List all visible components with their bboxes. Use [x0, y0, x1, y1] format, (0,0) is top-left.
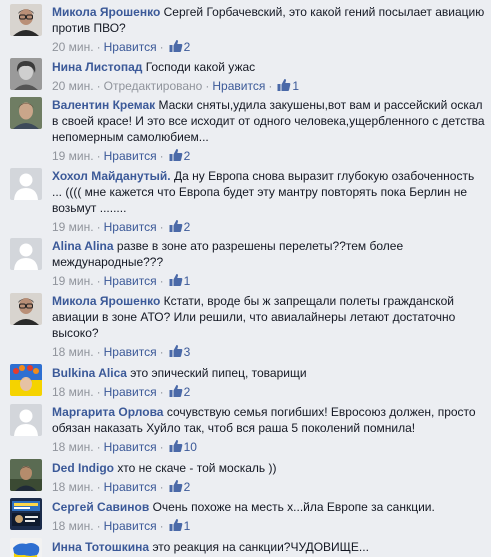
like-button[interactable]: Нравится [104, 440, 157, 454]
like-count[interactable]: 2 [184, 385, 191, 399]
comment-time[interactable]: 18 мин. [52, 519, 94, 533]
thumbs-up-icon[interactable] [169, 273, 183, 287]
thumbs-up-icon[interactable] [169, 39, 183, 53]
edited-label[interactable]: Отредактировано [104, 79, 203, 93]
like-count[interactable]: 3 [184, 345, 191, 359]
like-count[interactable]: 2 [184, 149, 191, 163]
like-button[interactable]: Нравится [104, 220, 157, 234]
comment-author[interactable]: Alina Alina [52, 239, 114, 253]
comment-meta: 20 мин. · Отредактировано · Нравится · 1 [52, 78, 299, 93]
like-count[interactable]: 2 [184, 480, 191, 494]
comment-time[interactable]: 19 мин. [52, 274, 94, 288]
like-count[interactable]: 1 [292, 79, 299, 93]
avatar[interactable] [10, 97, 42, 129]
like-count[interactable]: 10 [184, 440, 197, 454]
comment-meta: 20 мин. · Нравится · 2 [52, 39, 191, 54]
comment-meta: 18 мин. · Нравится · 10 [52, 439, 197, 454]
comment-text: это эпический пипец, товарищи [130, 366, 307, 380]
comment-time[interactable]: 19 мин. [52, 149, 94, 163]
like-count[interactable]: 2 [184, 220, 191, 234]
avatar[interactable] [10, 4, 42, 36]
comment-time[interactable]: 18 мин. [52, 440, 94, 454]
avatar[interactable] [10, 238, 42, 270]
like-count[interactable]: 1 [184, 274, 191, 288]
comment-author[interactable]: Маргарита Орлова [52, 405, 163, 419]
comment-author[interactable]: Инна Тотошкина [52, 540, 149, 554]
comment-text: хто не скаче - той москаль )) [117, 461, 277, 475]
thumbs-up-icon[interactable] [169, 384, 183, 398]
like-button[interactable]: Нравится [104, 480, 157, 494]
comment-meta: 18 мин. · Нравится · 3 [52, 344, 191, 359]
avatar[interactable] [10, 58, 42, 90]
comment-author[interactable]: Ded Indigo [52, 461, 114, 475]
like-button[interactable]: Нравится [212, 79, 265, 93]
like-button[interactable]: Нравится [104, 149, 157, 163]
comment-text: Очень похоже на месть х...йла Европе за … [152, 500, 435, 514]
like-count[interactable]: 1 [184, 519, 191, 533]
like-count[interactable]: 2 [184, 40, 191, 54]
comment-text: это реакция на санкции?ЧУДОВИЩЕ... [152, 540, 369, 554]
comment-feed: Микола Ярошенко Сергей Горбачевский, это… [0, 0, 491, 557]
thumbs-up-icon[interactable] [169, 344, 183, 358]
thumbs-up-icon[interactable] [169, 148, 183, 162]
avatar[interactable] [10, 168, 42, 200]
comment-author[interactable]: Bulkina Alica [52, 366, 127, 380]
comment-time[interactable]: 18 мин. [52, 480, 94, 494]
comment-meta: 19 мин. · Нравится · 2 [52, 219, 191, 234]
like-button[interactable]: Нравится [104, 345, 157, 359]
comment-time[interactable]: 20 мин. [52, 79, 94, 93]
comment-author[interactable]: Нина Листопад [52, 60, 142, 74]
comment-meta: 18 мин. · Нравится · 2 [52, 479, 191, 494]
thumbs-up-icon[interactable] [169, 518, 183, 532]
comment-author[interactable]: Микола Ярошенко [52, 294, 160, 308]
avatar[interactable] [10, 293, 42, 325]
like-button[interactable]: Нравится [104, 385, 157, 399]
comment-author[interactable]: Валентин Кремак [52, 98, 155, 112]
avatar[interactable] [10, 364, 42, 396]
thumbs-up-icon[interactable] [169, 439, 183, 453]
comment-meta: 18 мин. · Нравится · 2 [52, 384, 191, 399]
avatar[interactable] [10, 538, 42, 557]
thumbs-up-icon[interactable] [169, 479, 183, 493]
comment-time[interactable]: 18 мин. [52, 345, 94, 359]
comment-meta: 19 мин. · Нравится · 1 [52, 273, 191, 288]
comment-meta: 18 мин. · Нравится · 1 [52, 518, 191, 533]
comment-time[interactable]: 19 мин. [52, 220, 94, 234]
comment-author[interactable]: Хохол Майданутый. [52, 169, 171, 183]
comment-author[interactable]: Сергей Савинов [52, 500, 149, 514]
avatar[interactable] [10, 498, 42, 530]
thumbs-up-icon[interactable] [277, 78, 291, 92]
comment-meta: 19 мин. · Нравится · 2 [52, 148, 191, 163]
avatar[interactable] [10, 459, 42, 491]
comment-time[interactable]: 18 мин. [52, 385, 94, 399]
like-button[interactable]: Нравится [104, 519, 157, 533]
avatar[interactable] [10, 404, 42, 436]
comment-text: Господи какой ужас [145, 60, 256, 74]
comment-time[interactable]: 20 мин. [52, 40, 94, 54]
comment-author[interactable]: Микола Ярошенко [52, 5, 160, 19]
like-button[interactable]: Нравится [104, 274, 157, 288]
like-button[interactable]: Нравится [104, 40, 157, 54]
thumbs-up-icon[interactable] [169, 219, 183, 233]
